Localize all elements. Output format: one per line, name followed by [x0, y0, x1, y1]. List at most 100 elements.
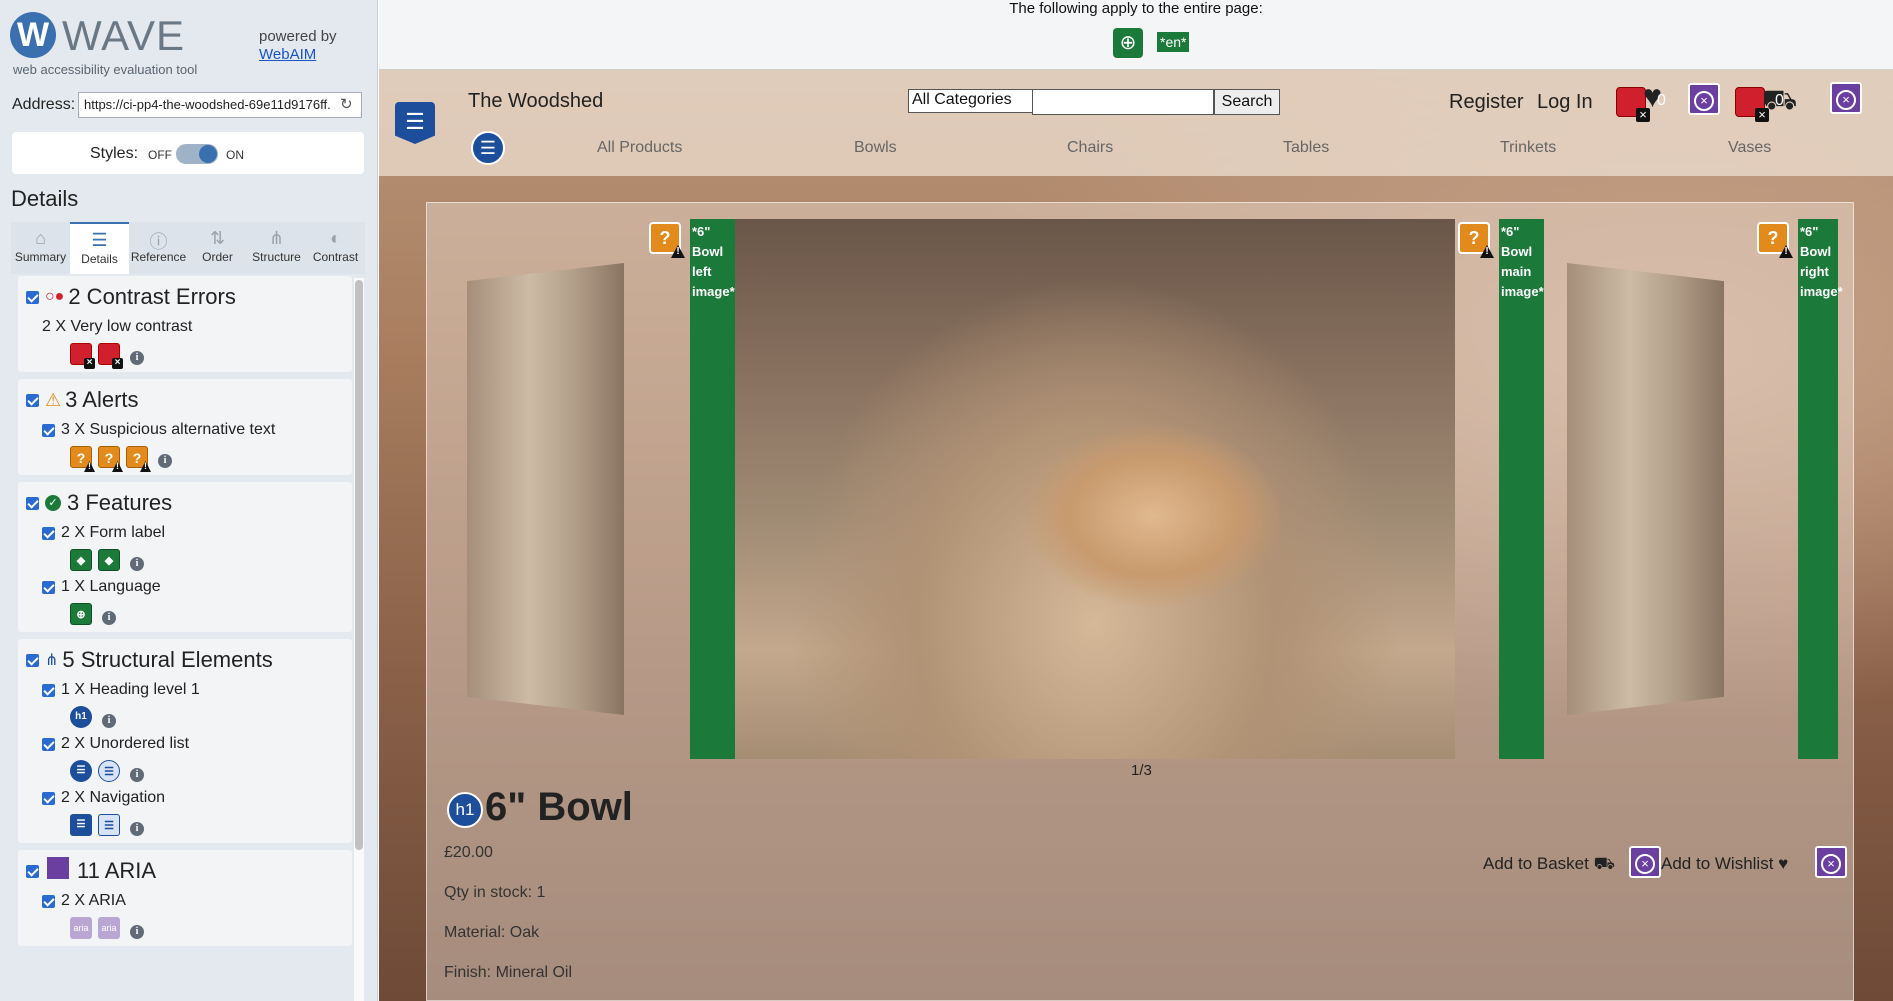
suspicious-alt-label: 3 X Suspicious alternative text	[61, 421, 276, 438]
navigation-item: 2 X Navigation	[42, 787, 346, 809]
very-low-contrast-label: 2 X Very low contrast	[42, 318, 193, 335]
language-globe-icon[interactable]: ⊕	[1113, 28, 1143, 58]
navigation-badge-icon[interactable]: ☰	[395, 102, 435, 144]
structure-checkbox[interactable]	[26, 653, 39, 667]
webaim-link[interactable]: WebAIM	[259, 46, 316, 63]
heading-checkbox[interactable]	[42, 683, 55, 697]
tab-label: Reference	[130, 250, 187, 264]
tab-label: Details	[81, 252, 118, 266]
navigation-icon[interactable]: ☰	[70, 814, 92, 836]
nav-chairs[interactable]: Chairs	[1067, 139, 1113, 157]
h1-icon[interactable]: h1	[70, 706, 92, 728]
nav-tables[interactable]: Tables	[1283, 139, 1329, 157]
navigation-icon[interactable]: ☰	[98, 814, 120, 836]
right-product-image[interactable]	[1567, 263, 1724, 715]
category-select[interactable]: All Categories	[908, 89, 1033, 113]
form-label-label: 2 X Form label	[61, 524, 166, 541]
left-product-image[interactable]	[467, 263, 624, 715]
form-label-item: 2 X Form label	[42, 522, 346, 544]
features-checkbox[interactable]	[26, 496, 39, 510]
tab-reference[interactable]: ⓘ Reference	[129, 222, 188, 274]
tab-label: Order	[202, 250, 233, 264]
alert-icon[interactable]: ?	[126, 446, 148, 468]
aria-badge-icon[interactable]: ×	[1629, 846, 1661, 878]
tab-label: Structure	[252, 250, 301, 264]
add-to-wishlist-label: Add to Wishlist	[1661, 854, 1774, 873]
aria-title: 11 ARIA	[77, 858, 157, 883]
h1-badge-icon[interactable]: h1	[447, 792, 483, 828]
contrast-error-icon[interactable]	[1735, 87, 1769, 122]
unordered-list-badge-icon[interactable]: ☰	[471, 131, 505, 165]
list-icon[interactable]: ☰	[70, 760, 92, 782]
alert-icon[interactable]: ?	[1458, 222, 1490, 254]
alert-icon[interactable]: ?	[98, 446, 120, 468]
language-checkbox[interactable]	[42, 580, 55, 594]
address-input[interactable]: https://ci-pp4-the-woodshed-69e11d9176ff…	[78, 92, 362, 118]
globe-icon[interactable]: ⊕	[70, 603, 92, 625]
page-notice: The following apply to the entire page:	[1009, 0, 1263, 17]
aria-item-checkbox[interactable]	[42, 894, 55, 908]
info-icon[interactable]: i	[130, 822, 144, 836]
unordered-list-checkbox[interactable]	[42, 737, 55, 751]
info-icon[interactable]: i	[130, 925, 144, 939]
wishlist-count: 0	[1657, 92, 1666, 109]
nav-vases[interactable]: Vases	[1728, 139, 1771, 157]
main-image-alt-label: *6" Bowl main image*	[1499, 219, 1544, 759]
tab-order[interactable]: ⇅ Order	[188, 222, 247, 274]
contrast-error-icon[interactable]	[98, 343, 123, 369]
suspicious-alt-item: 3 X Suspicious alternative text	[42, 419, 346, 441]
add-to-basket-button[interactable]: Add to Basket ⛟	[1483, 854, 1615, 876]
info-icon[interactable]: i	[102, 714, 116, 728]
info-icon[interactable]: i	[130, 768, 144, 782]
aria-checkbox[interactable]	[26, 864, 39, 878]
aria-icon[interactable]: aria	[98, 917, 120, 939]
navigation-checkbox[interactable]	[42, 791, 55, 805]
contrast-checkbox[interactable]	[26, 290, 39, 304]
info-icon[interactable]: i	[158, 454, 172, 468]
list-icon[interactable]: ☰	[98, 760, 120, 782]
panel-scrollbar-thumb[interactable]	[355, 280, 363, 850]
search-button[interactable]: Search	[1214, 89, 1280, 115]
structure-icon: ⋔	[45, 652, 59, 669]
alert-icon[interactable]: ?	[649, 222, 681, 254]
basket-icon: ⛟	[1593, 854, 1615, 873]
alert-icon[interactable]: ?	[70, 446, 92, 468]
nav-all-products[interactable]: All Products	[597, 139, 682, 157]
contrast-error-icon[interactable]	[70, 343, 95, 369]
aria-item-label: 2 X ARIA	[61, 892, 126, 909]
search-input[interactable]	[1032, 89, 1214, 115]
register-link[interactable]: Register	[1449, 91, 1523, 114]
tab-details[interactable]: ☰ Details	[70, 222, 129, 274]
reload-icon[interactable]: ↻	[340, 95, 353, 113]
aria-badge-icon[interactable]: ×	[1688, 83, 1720, 115]
styles-toggle[interactable]	[176, 144, 218, 164]
language-badge[interactable]: *en*	[1157, 32, 1190, 52]
right-image-alt-label: *6" Bowl right image*	[1798, 219, 1843, 759]
info-icon[interactable]: i	[102, 611, 116, 625]
heading-level-1-item: 1 X Heading level 1	[42, 679, 346, 701]
form-label-checkbox[interactable]	[42, 526, 55, 540]
nav-bowls[interactable]: Bowls	[854, 139, 897, 157]
alert-icon[interactable]: ?	[1757, 222, 1789, 254]
tag-icon[interactable]: ◆	[98, 549, 120, 571]
tab-structure[interactable]: ⋔ Structure	[247, 222, 306, 274]
main-product-image[interactable]	[735, 219, 1455, 759]
product-finish: Finish: Mineral Oil	[444, 964, 573, 981]
login-link[interactable]: Log In	[1537, 91, 1593, 114]
suspicious-alt-checkbox[interactable]	[42, 423, 55, 437]
info-icon[interactable]: i	[130, 557, 144, 571]
form-label-icons: ◆ ◆ i	[70, 548, 346, 572]
aria-icon[interactable]: aria	[70, 917, 92, 939]
structural-elements-section: ⋔ 5 Structural Elements 1 X Heading level…	[18, 639, 352, 843]
tab-contrast[interactable]: ◐ Contrast	[306, 222, 365, 274]
alerts-checkbox[interactable]	[26, 393, 39, 407]
nav-trinkets[interactable]: Trinkets	[1500, 139, 1556, 157]
aria-badge-icon[interactable]: ×	[1830, 82, 1862, 114]
tab-summary[interactable]: ⌂ Summary	[11, 222, 70, 274]
site-brand[interactable]: The Woodshed	[468, 90, 603, 113]
info-icon[interactable]: i	[130, 351, 144, 365]
tag-icon[interactable]: ◆	[70, 549, 92, 571]
add-to-wishlist-button[interactable]: Add to Wishlist ♥	[1661, 854, 1788, 874]
contrast-error-icon[interactable]	[1616, 87, 1650, 122]
aria-badge-icon[interactable]: ×	[1815, 846, 1847, 878]
